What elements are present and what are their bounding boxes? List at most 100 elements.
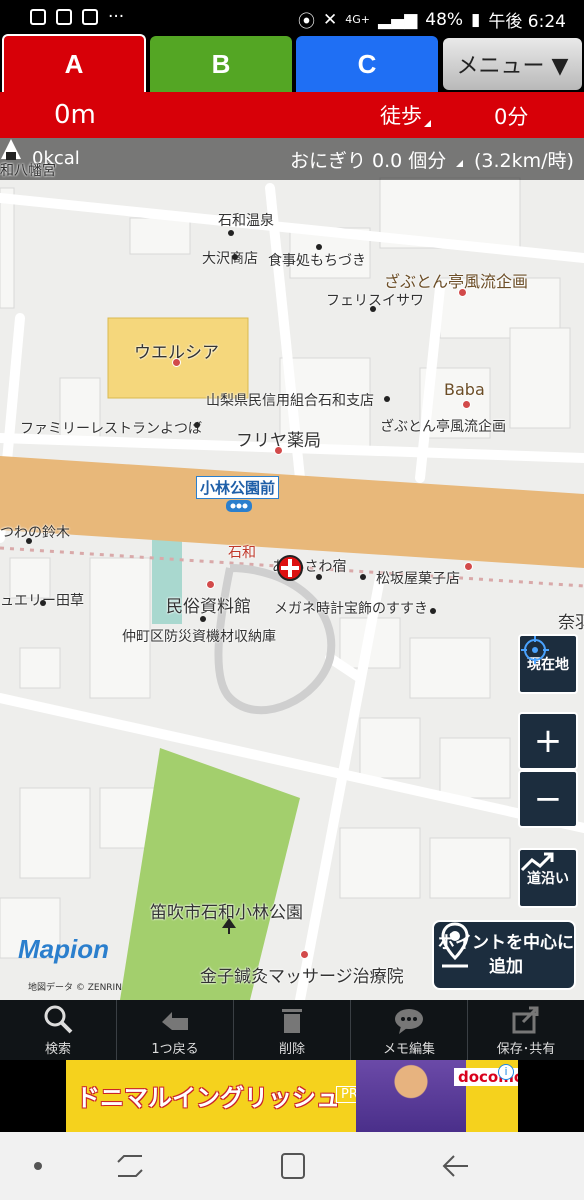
gps-target-icon: [521, 636, 549, 664]
poi-baba: Baba: [444, 380, 485, 399]
trend-line-icon: [520, 852, 554, 872]
poi-marker: [316, 574, 322, 580]
ad-image: [356, 1060, 466, 1132]
clock: 午後 6:24: [488, 12, 566, 32]
map-view[interactable]: 0kcal おにぎり 0.0 個分 (3.2km/時) 和八幡宮 石和温泉 大沢…: [0, 138, 584, 1000]
save-share-tool-button[interactable]: 保存･共有: [468, 1000, 584, 1060]
system-status: ⦿ ✕ 4G+ ▂▄▆ 48% ▮ 午後 6:24: [298, 7, 566, 33]
poi-family-restaurant: ファミリーレストランよつば: [20, 421, 202, 437]
poi-marker: [384, 396, 390, 402]
poi-matsuzakaya: 松坂屋菓子店: [376, 571, 460, 587]
map-copyright: 地図データ © ZENRIN: [28, 983, 122, 993]
poi-ishiwa-onsen: 石和温泉: [218, 213, 274, 229]
recent-apps-icon[interactable]: [116, 1152, 144, 1180]
memo-edit-tool-button[interactable]: メモ編集: [351, 1000, 468, 1060]
map-pin-icon: [441, 922, 469, 968]
travel-mode-selector[interactable]: 徒歩: [380, 100, 422, 130]
zoom-in-button[interactable]: +: [518, 712, 578, 770]
poi-osawa-shoten: 大沢商店: [202, 251, 258, 267]
mapion-logo: Mapion: [18, 934, 109, 964]
bus-stop-label[interactable]: 小林公園前: [196, 476, 280, 499]
mode-caret-icon: [424, 120, 431, 127]
bus-icon: [226, 500, 252, 512]
undo-tool-label: 1つ戻る: [151, 1042, 199, 1057]
memo-edit-tool-label: メモ編集: [382, 1042, 435, 1057]
poi-zabuton-2: ざぶとん亭風流企画: [380, 419, 506, 435]
poi-red-marker: [206, 580, 215, 589]
along-road-button[interactable]: 道沿い: [518, 848, 578, 908]
bottom-toolbar: 検索 1つ戻る 削除 メモ編集 保存･共有: [0, 1000, 584, 1060]
battery-percent: 48%: [425, 9, 464, 30]
poi-marker: [26, 538, 32, 544]
search-tool-label: 検索: [44, 1042, 71, 1057]
poi-nakamachi: 仲町区防災資機材収納庫: [122, 629, 276, 645]
poi-marker: [194, 422, 200, 428]
poi-hachimangu: 和八幡宮: [0, 163, 56, 179]
nav-dot-icon[interactable]: [34, 1162, 42, 1170]
network-type: 4G+: [345, 13, 371, 26]
gallery-icon: [56, 9, 72, 25]
ad-area: ドニマルイングリッシュ PREMIUM docomo i: [0, 1060, 584, 1132]
poi-mochizuki: 食事処もちづき: [268, 253, 366, 269]
poi-marker: [360, 574, 366, 580]
poi-megane: メガネ時計宝飾のすすき: [274, 601, 428, 617]
status-bar: ··· ⦿ ✕ 4G+ ▂▄▆ 48% ▮ 午後 6:24: [0, 0, 584, 34]
system-nav-bar: [0, 1132, 584, 1200]
notification-icons: ···: [30, 7, 124, 27]
poi-marker: [40, 600, 46, 606]
tab-b[interactable]: B: [150, 36, 292, 92]
current-location-button[interactable]: 現在地: [518, 634, 578, 694]
poi-marker: [316, 244, 322, 250]
time-value: 0分: [494, 105, 529, 129]
poi-red-marker: [300, 950, 309, 959]
search-tool-button[interactable]: 検索: [0, 1000, 117, 1060]
zoom-out-button[interactable]: −: [518, 770, 578, 828]
save-share-tool-label: 保存･共有: [496, 1042, 556, 1057]
park-tree-icon: [222, 918, 236, 934]
add-point-button[interactable]: ポイントを中心に追加: [432, 920, 576, 990]
share-icon: [512, 1006, 539, 1034]
d-app-icon: [30, 9, 46, 25]
delete-tool-button[interactable]: 削除: [234, 1000, 351, 1060]
poi-red-marker: [462, 400, 471, 409]
signal-icon: ▂▄▆: [378, 9, 418, 30]
ad-banner[interactable]: ドニマルイングリッシュ PREMIUM docomo i: [66, 1060, 518, 1132]
calorie-bar: 0kcal おにぎり 0.0 個分 (3.2km/時): [0, 138, 584, 180]
ad-info-icon[interactable]: i: [498, 1064, 514, 1080]
delete-tool-label: 削除: [278, 1042, 305, 1057]
poi-marker: [200, 616, 206, 622]
poi-marker: [430, 608, 436, 614]
map-center-crosshair-icon: [277, 555, 303, 581]
trash-icon: [282, 1009, 302, 1033]
menu-button[interactable]: メニュー ▼: [443, 38, 582, 90]
ad-title: ドニマルイングリッシュ: [76, 1084, 340, 1112]
poi-yamanashi-bank: 山梨県民信用組合石和支店: [206, 393, 374, 409]
poi-red-marker: [464, 562, 473, 571]
poi-marker: [370, 306, 376, 312]
poi-nara: 奈羽: [558, 613, 584, 633]
search-icon: [44, 1005, 73, 1034]
mail-icon: [82, 9, 98, 25]
poi-ishiwa: 石和: [228, 545, 256, 561]
location-icon: ⦿: [298, 12, 316, 32]
mute-icon: ✕: [323, 9, 338, 30]
onigiri-caret-icon: [456, 160, 463, 167]
back-icon[interactable]: [440, 1152, 470, 1180]
battery-icon: ▮: [471, 9, 481, 30]
speed-value: (3.2km/時): [474, 150, 574, 172]
more-notifications-icon: ···: [108, 7, 125, 27]
poi-red-marker: [274, 446, 283, 455]
poi-zabuton-1: ざぶとん亭風流企画: [384, 272, 529, 291]
poi-minzoku: 民俗資料館: [166, 597, 251, 617]
poi-marker: [232, 254, 238, 260]
undo-icon: [162, 1012, 188, 1030]
home-icon[interactable]: [280, 1152, 306, 1180]
route-tabs: A B C メニュー ▼: [0, 34, 584, 92]
tab-a[interactable]: A: [2, 34, 146, 92]
onigiri-selector[interactable]: おにぎり 0.0 個分: [290, 146, 446, 173]
poi-tsuwa: つわの鈴木: [0, 525, 70, 541]
poi-red-marker: [458, 288, 467, 297]
tab-c[interactable]: C: [296, 36, 438, 92]
undo-tool-button[interactable]: 1つ戻る: [117, 1000, 234, 1060]
poi-red-marker: [172, 358, 181, 367]
